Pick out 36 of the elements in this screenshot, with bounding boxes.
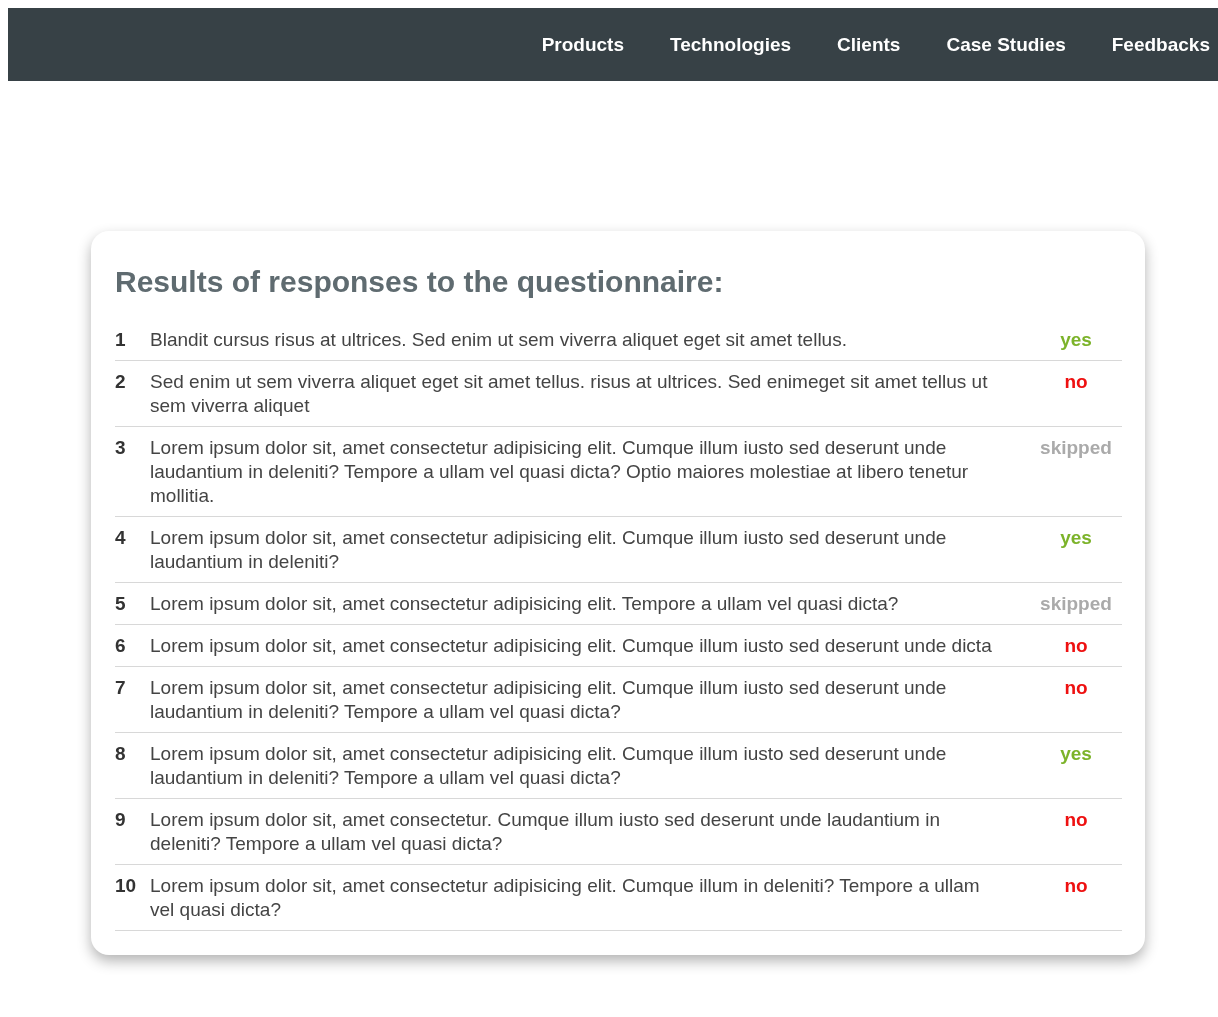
nav-link[interactable]: Technologies <box>647 33 815 56</box>
question-text: Lorem ipsum dolor sit, amet consectetur adipisicing elit. Cumque illum iusto sed deserunt unde dicta <box>150 634 993 658</box>
question-text: Blandit cursus risus at ultrices. Sed enim ut sem viverra aliquet eget sit amet tellus. <box>150 328 848 352</box>
question-number: 1 <box>115 328 127 352</box>
question-text: Lorem ipsum dolor sit, amet consectetur adipisicing elit. Tempore a ullam vel quasi dicta? <box>150 592 900 616</box>
nav-link[interactable]: Case Studies <box>923 33 1089 56</box>
question-number: 2 <box>115 370 127 394</box>
question-number: 7 <box>115 676 127 700</box>
card-title: Results of responses to the questionnaire: <box>115 265 725 299</box>
question-number: 10 <box>115 874 138 898</box>
answer-label: no <box>1063 370 1089 394</box>
question-number: 5 <box>115 592 127 616</box>
answer-label: no <box>1063 676 1089 700</box>
question-text: Sed enim ut sem viverra aliquet eget sit amet tellus. risus at ultrices. Sed enimeget sit amet tellus ut sem viverra aliquet <box>150 370 989 418</box>
answer-label: no <box>1063 874 1089 898</box>
answer-label: skipped <box>1039 592 1113 616</box>
question-text: Lorem ipsum dolor sit, amet consectetur adipisicing elit. Cumque illum iusto sed deserunt unde laudantium in deleniti? Tempore a ullam vel quasi dicta? Optio maiores molestiae at libero tenetur mollitia. <box>150 436 970 508</box>
question-text: Lorem ipsum dolor sit, amet consectetur adipisicing elit. Cumque illum iusto sed deserunt unde laudantium in deleniti? Tempore a ullam vel quasi dicta? <box>150 676 948 724</box>
nav-link[interactable]: Feedbacks <box>1088 33 1210 56</box>
answer-label: skipped <box>1039 436 1113 460</box>
nav-link[interactable]: Clients <box>814 33 924 56</box>
question-text: Lorem ipsum dolor sit, amet consectetur adipisicing elit. Cumque illum iusto sed deserunt unde laudantium in deleniti? <box>150 526 948 574</box>
answer-label: yes <box>1059 742 1093 766</box>
answer-label: yes <box>1059 328 1093 352</box>
answer-label: no <box>1063 808 1089 832</box>
answer-label: yes <box>1059 526 1093 550</box>
question-number: 8 <box>115 742 127 766</box>
nav-link[interactable]: Products <box>518 33 647 56</box>
question-number: 9 <box>115 808 127 832</box>
question-text: Lorem ipsum dolor sit, amet consectetur adipisicing elit. Cumque illum iusto sed deserunt unde laudantium in deleniti? Tempore a ullam vel quasi dicta? <box>150 742 948 790</box>
answer-label: no <box>1063 634 1089 658</box>
question-text: Lorem ipsum dolor sit, amet consectetur adipisicing elit. Cumque illum in deleniti? Tempore a ullam vel quasi dicta? <box>150 874 981 922</box>
question-text: Lorem ipsum dolor sit, amet consectetur. Cumque illum iusto sed deserunt unde laudantium in deleniti? Tempore a ullam vel quasi dicta? <box>150 808 941 856</box>
question-number: 3 <box>115 436 127 460</box>
question-number: 6 <box>115 634 127 658</box>
question-number: 4 <box>115 526 127 550</box>
